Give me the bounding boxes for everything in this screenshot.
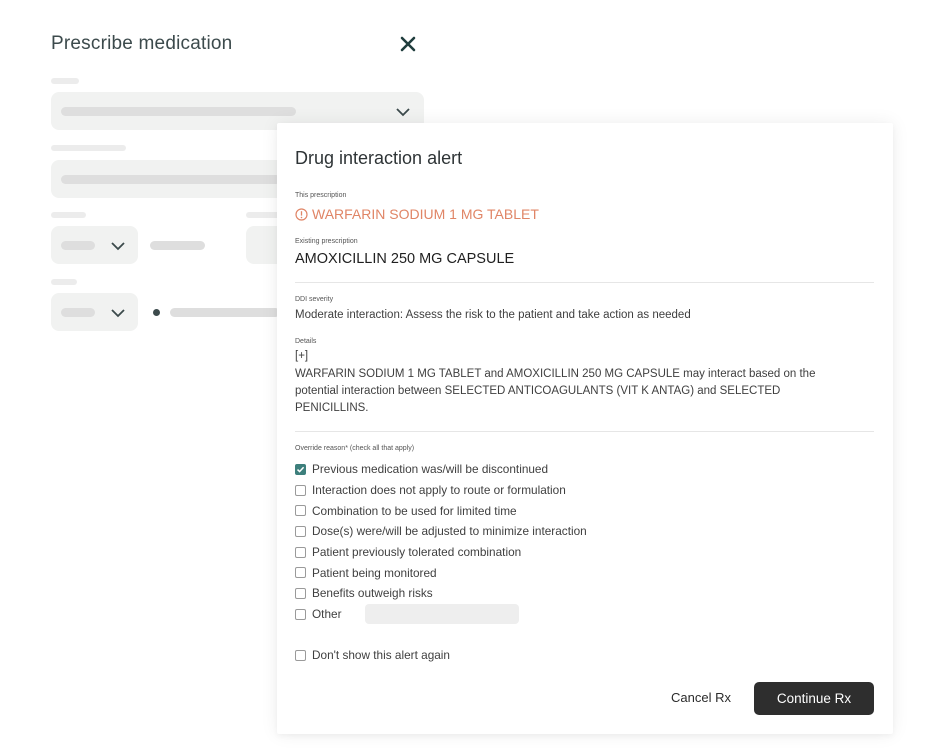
checkbox[interactable] [295,608,306,620]
reason-limited-time[interactable]: Combination to be used for limited time [295,500,587,521]
skeleton-text [61,107,296,116]
skeleton-text [61,175,281,184]
reason-not-apply-route[interactable]: Interaction does not apply to route or f… [295,480,587,501]
reason-label: Patient being monitored [312,565,437,580]
details-line: PENICILLINS. [295,402,369,414]
checkbox[interactable] [295,525,306,537]
existing-prescription-value: AMOXICILLIN 250 MG CAPSULE [295,251,515,267]
reason-dose-adjusted[interactable]: Dose(s) were/will be adjusted to minimiz… [295,521,587,542]
reason-previously-tolerated[interactable]: Patient previously tolerated combination [295,542,587,563]
reason-label: Interaction does not apply to route or f… [312,483,566,498]
details-label: Details [295,338,317,345]
override-reason-label: Override reason* (check all that apply) [295,445,415,452]
override-reasons-list: Previous medication was/will be disconti… [295,459,587,625]
page-title: Prescribe medication [51,33,233,54]
skeleton-label [51,145,126,151]
existing-prescription-label: Existing prescription [295,238,358,245]
reason-patient-monitored[interactable]: Patient being monitored [295,562,587,583]
this-prescription-label: This prescription [295,192,347,199]
severity-value: Moderate interaction: Assess the risk to… [295,309,691,321]
skeleton-label [51,212,86,218]
divider [295,282,874,283]
skeleton-label [51,78,79,84]
radio-dot[interactable] [153,309,160,316]
close-icon[interactable] [396,32,420,56]
skeleton-label [51,279,77,285]
chevron-down-icon [111,242,125,251]
checkbox[interactable] [295,649,306,661]
reason-label: Dose(s) were/will be adjusted to minimiz… [312,524,587,539]
skeleton-text [61,308,95,317]
dont-show-label: Don't show this alert again [312,648,450,662]
skeleton-text [61,241,95,250]
skeleton-text [170,308,280,317]
reason-previous-medication-discontinued[interactable]: Previous medication was/will be disconti… [295,459,587,480]
dont-show-again[interactable]: Don't show this alert again [295,648,450,662]
divider [295,431,874,432]
check-icon [296,466,305,473]
severity-label: DDI severity [295,296,334,303]
skeleton-label [246,212,281,218]
other-reason-input[interactable] [364,604,519,625]
reason-label: Benefits outweigh risks [312,586,433,601]
this-prescription-value: WARFARIN SODIUM 1 MG TABLET [312,206,539,222]
info-icon [295,207,308,221]
checkbox[interactable] [295,587,306,599]
details-expand-toggle[interactable]: [+] [295,348,308,365]
drug-interaction-modal: Drug interaction alert This prescription… [277,123,893,734]
chevron-down-icon [111,309,125,318]
reason-other[interactable]: Other [295,604,587,625]
reason-label: Patient previously tolerated combination [312,545,522,560]
checkbox[interactable] [295,505,306,517]
checkbox[interactable] [295,546,306,558]
reason-label: Combination to be used for limited time [312,503,517,518]
modal-title: Drug interaction alert [295,148,463,168]
reason-label: Other [312,607,342,622]
details-line: WARFARIN SODIUM 1 MG TABLET and AMOXICIL… [295,368,816,380]
this-prescription: WARFARIN SODIUM 1 MG TABLET [295,206,539,222]
reason-label: Previous medication was/will be disconti… [312,462,549,477]
cancel-rx-button[interactable]: Cancel Rx [671,690,731,705]
skeleton-text [150,241,205,250]
continue-rx-button[interactable]: Continue Rx [754,682,874,715]
reason-benefits-outweigh[interactable]: Benefits outweigh risks [295,583,587,604]
details-line: potential interaction between SELECTED A… [295,385,781,397]
checkbox[interactable] [295,567,306,579]
checkbox[interactable] [295,463,306,475]
chevron-down-icon [396,108,410,117]
checkbox[interactable] [295,484,306,496]
